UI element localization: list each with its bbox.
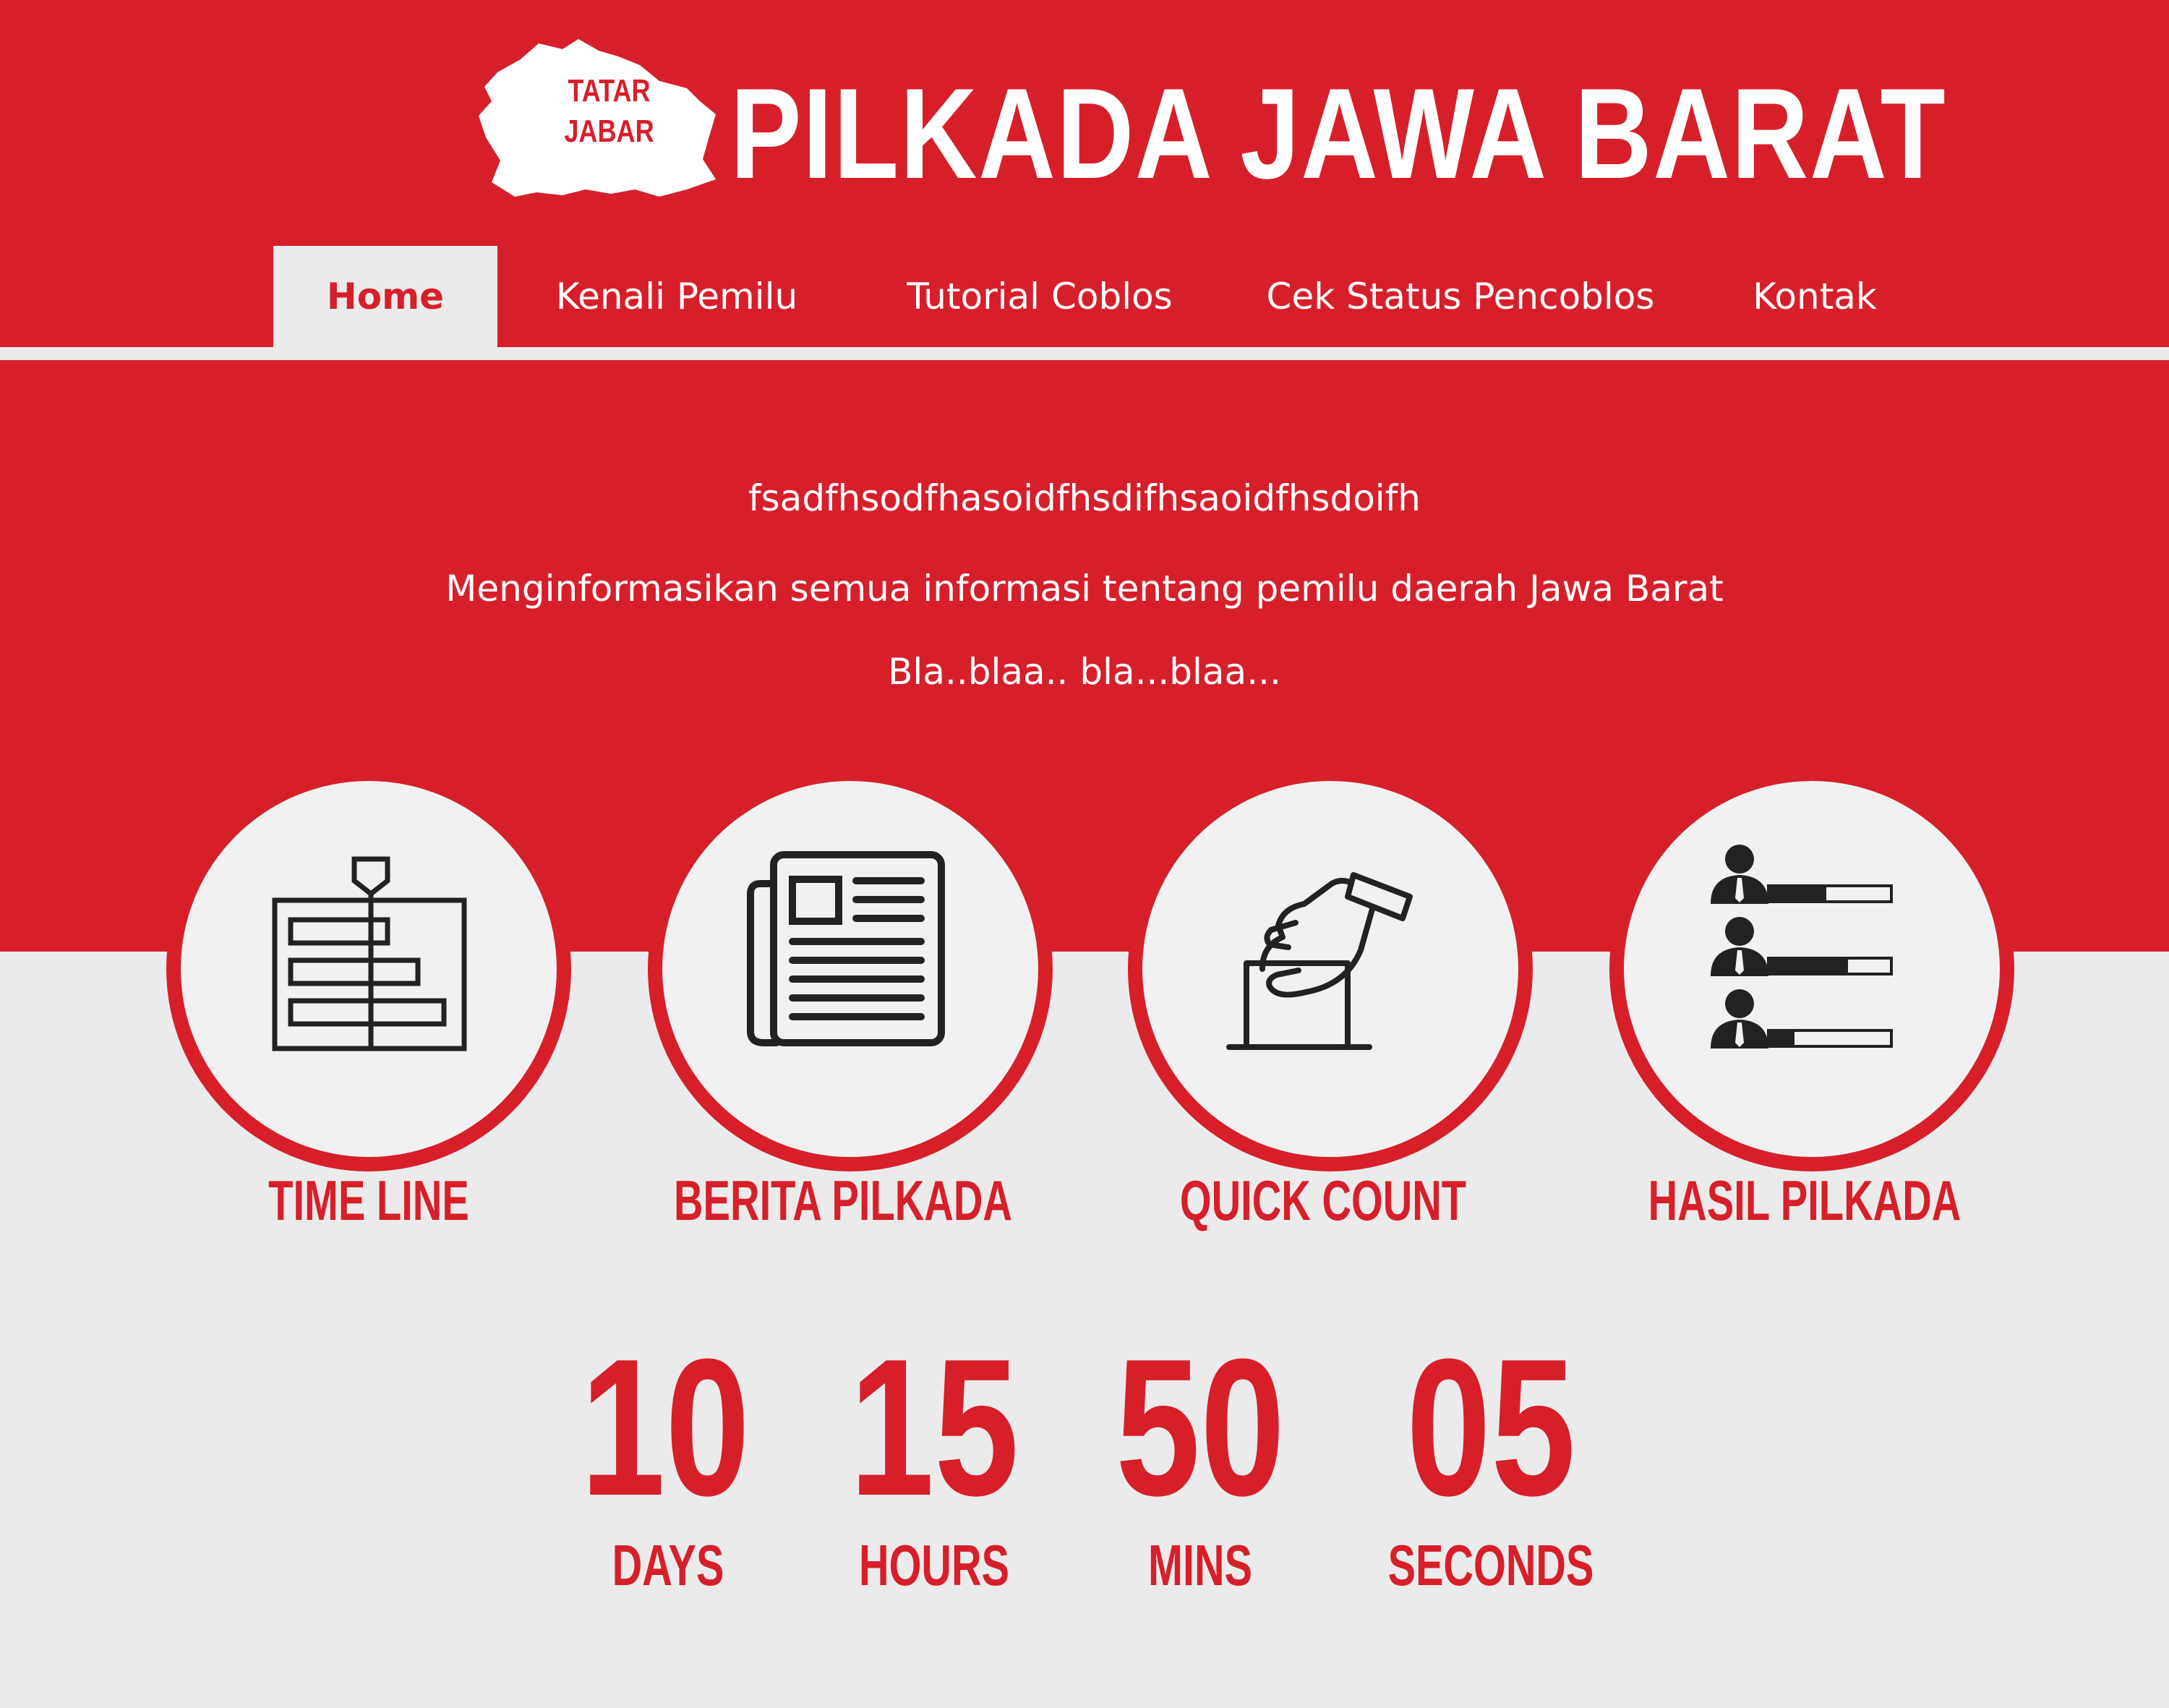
feature-label-quick-count[interactable]: QUICK COUNT	[1141, 1168, 1505, 1234]
feature-label-timeline[interactable]: TIME LINE	[187, 1168, 551, 1234]
nav-item-tutorial-coblos[interactable]: Tutorial Coblos	[882, 246, 1197, 347]
nav-item-kontak[interactable]: Kontak	[1735, 246, 1894, 347]
site-title: PILKADA JAWA BARAT	[730, 61, 1947, 205]
countdown-days-value: 10	[581, 1319, 750, 1537]
feature-label-berita-pilkada[interactable]: BERITA PILKADA	[661, 1168, 1025, 1234]
countdown-days-label: DAYS	[612, 1533, 724, 1597]
logo-text: TATAR JABAR	[563, 71, 655, 152]
feature-timeline[interactable]	[166, 767, 571, 1171]
countdown-hours-value: 15	[850, 1319, 1019, 1537]
countdown-seconds-value: 05	[1406, 1319, 1576, 1537]
nav-item-home[interactable]: Home	[273, 246, 497, 347]
feature-hasil-pilkada[interactable]	[1609, 767, 2014, 1171]
nav-divider	[0, 347, 2169, 360]
countdown-mins-label: MINS	[1148, 1533, 1252, 1597]
hero-description: Menginformasikan semua informasi tentang…	[445, 568, 1724, 610]
newspaper-icon	[747, 851, 945, 1046]
candidates-results-icon	[1711, 845, 1893, 1049]
main-nav: Home Kenali Pemilu Tutorial Coblos Cek S…	[0, 246, 2169, 347]
feature-label-hasil-pilkada[interactable]: HASIL PILKADA	[1622, 1168, 1987, 1234]
ballot-box-icon	[1226, 872, 1413, 1050]
timeline-icon	[272, 856, 467, 1051]
logo-line2: JABAR	[564, 114, 654, 149]
countdown-hours-label: HOURS	[858, 1533, 1010, 1597]
logo-line1: TATAR	[568, 73, 651, 108]
nav-item-kenali-pemilu[interactable]: Kenali Pemilu	[535, 246, 818, 347]
hero-tagline: fsadfhsodfhasoidfhsdifhsaoidfhsdoifh	[748, 477, 1421, 519]
feature-berita-pilkada[interactable]	[648, 767, 1053, 1171]
countdown-mins-value: 50	[1116, 1319, 1285, 1537]
site-logo[interactable]: TATAR JABAR	[470, 29, 723, 217]
countdown-seconds-label: SECONDS	[1387, 1533, 1594, 1597]
hero-subtext: Bla..blaa.. bla...blaa...	[888, 651, 1281, 693]
nav-item-cek-status-pencoblos[interactable]: Cek Status Pencoblos	[1251, 246, 1670, 347]
feature-quick-count[interactable]	[1128, 767, 1533, 1171]
